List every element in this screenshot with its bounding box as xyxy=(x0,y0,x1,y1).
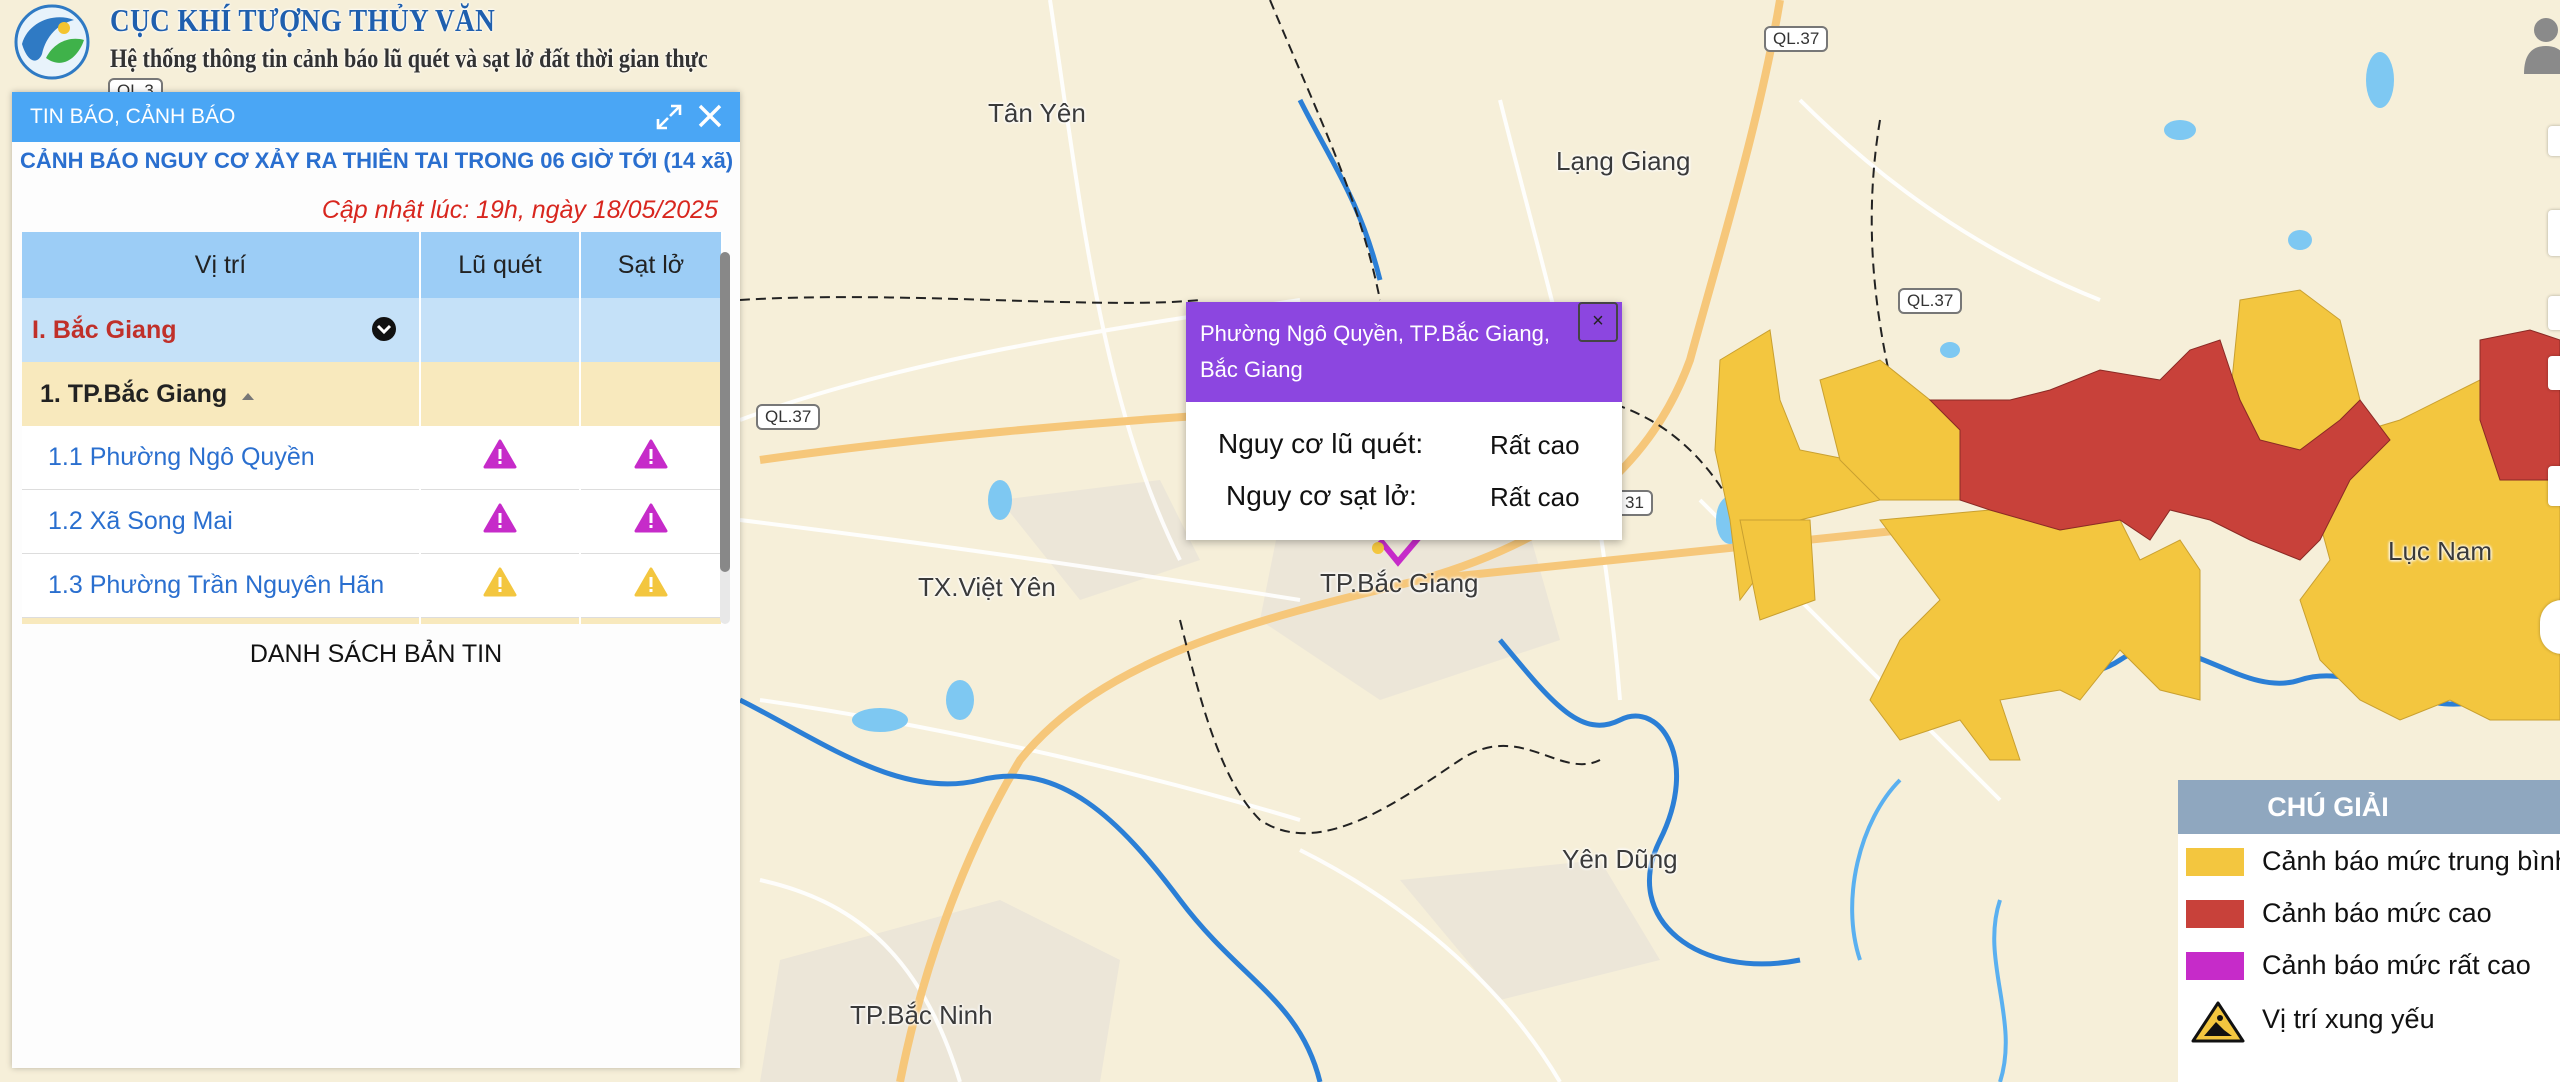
district-name: 1. TP.Bắc Giang xyxy=(40,379,228,408)
warning-very-high-icon xyxy=(483,503,517,533)
legend-label: Cảnh báo mức cao xyxy=(2262,898,2492,928)
location-popup: Phường Ngô Quyền, TP.Bắc Giang, Bắc Gian… xyxy=(1186,302,1622,540)
bulletin-list-heading: DANH SÁCH BẢN TIN xyxy=(249,640,503,668)
popup-header: Phường Ngô Quyền, TP.Bắc Giang, Bắc Gian… xyxy=(1186,302,1622,402)
panel-title: TIN BÁO, CẢNH BÁO xyxy=(30,105,236,128)
side-control[interactable] xyxy=(2548,466,2560,506)
location-name[interactable]: 1.1 Phường Ngô Quyền xyxy=(22,426,421,490)
map-label-viet-yen: TX.Việt Yên xyxy=(918,572,1056,602)
side-control[interactable] xyxy=(2548,296,2560,330)
map-label-bac-ninh: TP.Bắc Ninh xyxy=(850,1000,993,1030)
sort-up-icon[interactable] xyxy=(240,390,256,402)
system-subtitle: Hệ thống thông tin cảnh báo lũ quét và s… xyxy=(110,44,708,73)
side-control[interactable] xyxy=(2548,210,2560,256)
location-name[interactable]: 1.2 Xã Song Mai xyxy=(22,489,421,554)
warning-table[interactable]: Vị trí Lũ quét Sạt lở I. Bắc Giang 1. TP… xyxy=(22,232,734,624)
flood-risk-label: Nguy cơ lũ quét: xyxy=(1218,428,1424,459)
legend-label: Vị trí xung yếu xyxy=(2262,1004,2435,1034)
flood-risk-value: Rất cao xyxy=(1490,430,1580,460)
landslide-risk-label: Nguy cơ sạt lở: xyxy=(1226,480,1417,511)
table-header-row: Vị trí Lũ quét Sạt lở xyxy=(22,232,723,298)
map-label-yen-dung: Yên Dũng xyxy=(1562,844,1678,874)
legend-swatch-medium xyxy=(2186,848,2244,876)
column-header-landslide: Sạt lở xyxy=(580,232,723,298)
column-header-flash-flood: Lũ quét xyxy=(420,232,581,298)
collapse-toggle-icon[interactable] xyxy=(371,316,397,342)
popup-close-button[interactable]: × xyxy=(1578,302,1618,342)
scrollbar-thumb[interactable] xyxy=(720,252,730,572)
table-row[interactable]: 1.3 Phường Trần Nguyên Hãn xyxy=(22,553,723,618)
map-label-tan-yen: Tân Yên xyxy=(988,98,1086,128)
warning-very-high-icon xyxy=(634,503,668,533)
legend-swatch-very-high xyxy=(2186,952,2244,980)
road-shield-ql37-top: QL.37 xyxy=(1764,26,1829,52)
table-row[interactable]: 1.2 Xã Song Mai xyxy=(22,489,723,554)
popup-title: Phường Ngô Quyền, TP.Bắc Giang, Bắc Gian… xyxy=(1200,321,1550,382)
legend-label: Cảnh báo mức trung bình xyxy=(2262,846,2560,876)
map-label-lang-giang: Lạng Giang xyxy=(1556,146,1691,176)
agency-logo-icon xyxy=(14,4,90,80)
province-row[interactable]: I. Bắc Giang xyxy=(22,298,723,362)
province-name: I. Bắc Giang xyxy=(32,315,177,344)
expand-icon[interactable] xyxy=(654,102,684,132)
location-name[interactable]: 1.3 Phường Trần Nguyên Hãn xyxy=(22,553,421,618)
warning-very-high-icon xyxy=(634,439,668,469)
district-row[interactable]: 1. TP.Bắc Giang xyxy=(22,362,723,426)
site-header: CỤC KHÍ TƯỢNG THỦY VĂN Hệ thống thông ti… xyxy=(0,0,760,86)
table-scrollbar[interactable] xyxy=(720,252,730,624)
side-control[interactable] xyxy=(2548,126,2560,156)
close-icon[interactable] xyxy=(694,100,726,132)
user-icon[interactable] xyxy=(2516,14,2560,76)
legend-label: Cảnh báo mức rất cao xyxy=(2262,950,2531,980)
map-label-luc-nam: Lục Nam xyxy=(2388,536,2493,566)
warning-very-high-icon xyxy=(483,439,517,469)
column-header-location: Vị trí xyxy=(22,232,421,298)
map-legend: CHÚ GIẢI Cảnh báo mức trung bình Cảnh bá… xyxy=(2178,780,2560,1082)
warning-heading: CẢNH BÁO NGUY CƠ XẢY RA THIÊN TAI TRONG … xyxy=(20,148,734,173)
warning-medium-icon xyxy=(634,567,668,597)
table-row-partial xyxy=(22,617,723,624)
side-control[interactable] xyxy=(2548,356,2560,390)
agency-name: CỤC KHÍ TƯỢNG THỦY VĂN xyxy=(110,2,496,38)
landslide-risk-value: Rất cao xyxy=(1490,482,1580,512)
warning-panel: TIN BÁO, CẢNH BÁO CẢNH BÁO NGUY CƠ XẢY R… xyxy=(12,92,740,1068)
update-time: Cập nhật lúc: 19h, ngày 18/05/2025 xyxy=(321,196,718,224)
warning-medium-icon xyxy=(483,567,517,597)
road-shield-ql37-right: QL.37 xyxy=(1898,288,1963,314)
road-shield-ql37-left: QL.37 xyxy=(756,404,821,430)
landslide-warning-icon xyxy=(2191,1001,2245,1043)
table-row[interactable]: 1.1 Phường Ngô Quyền xyxy=(22,426,723,490)
legend-title: CHÚ GIẢI xyxy=(2178,780,2560,834)
panel-title-bar: TIN BÁO, CẢNH BÁO xyxy=(12,92,740,142)
legend-swatch-high xyxy=(2186,900,2244,928)
map-label-bac-giang: TP.Bắc Giang xyxy=(1320,568,1479,598)
